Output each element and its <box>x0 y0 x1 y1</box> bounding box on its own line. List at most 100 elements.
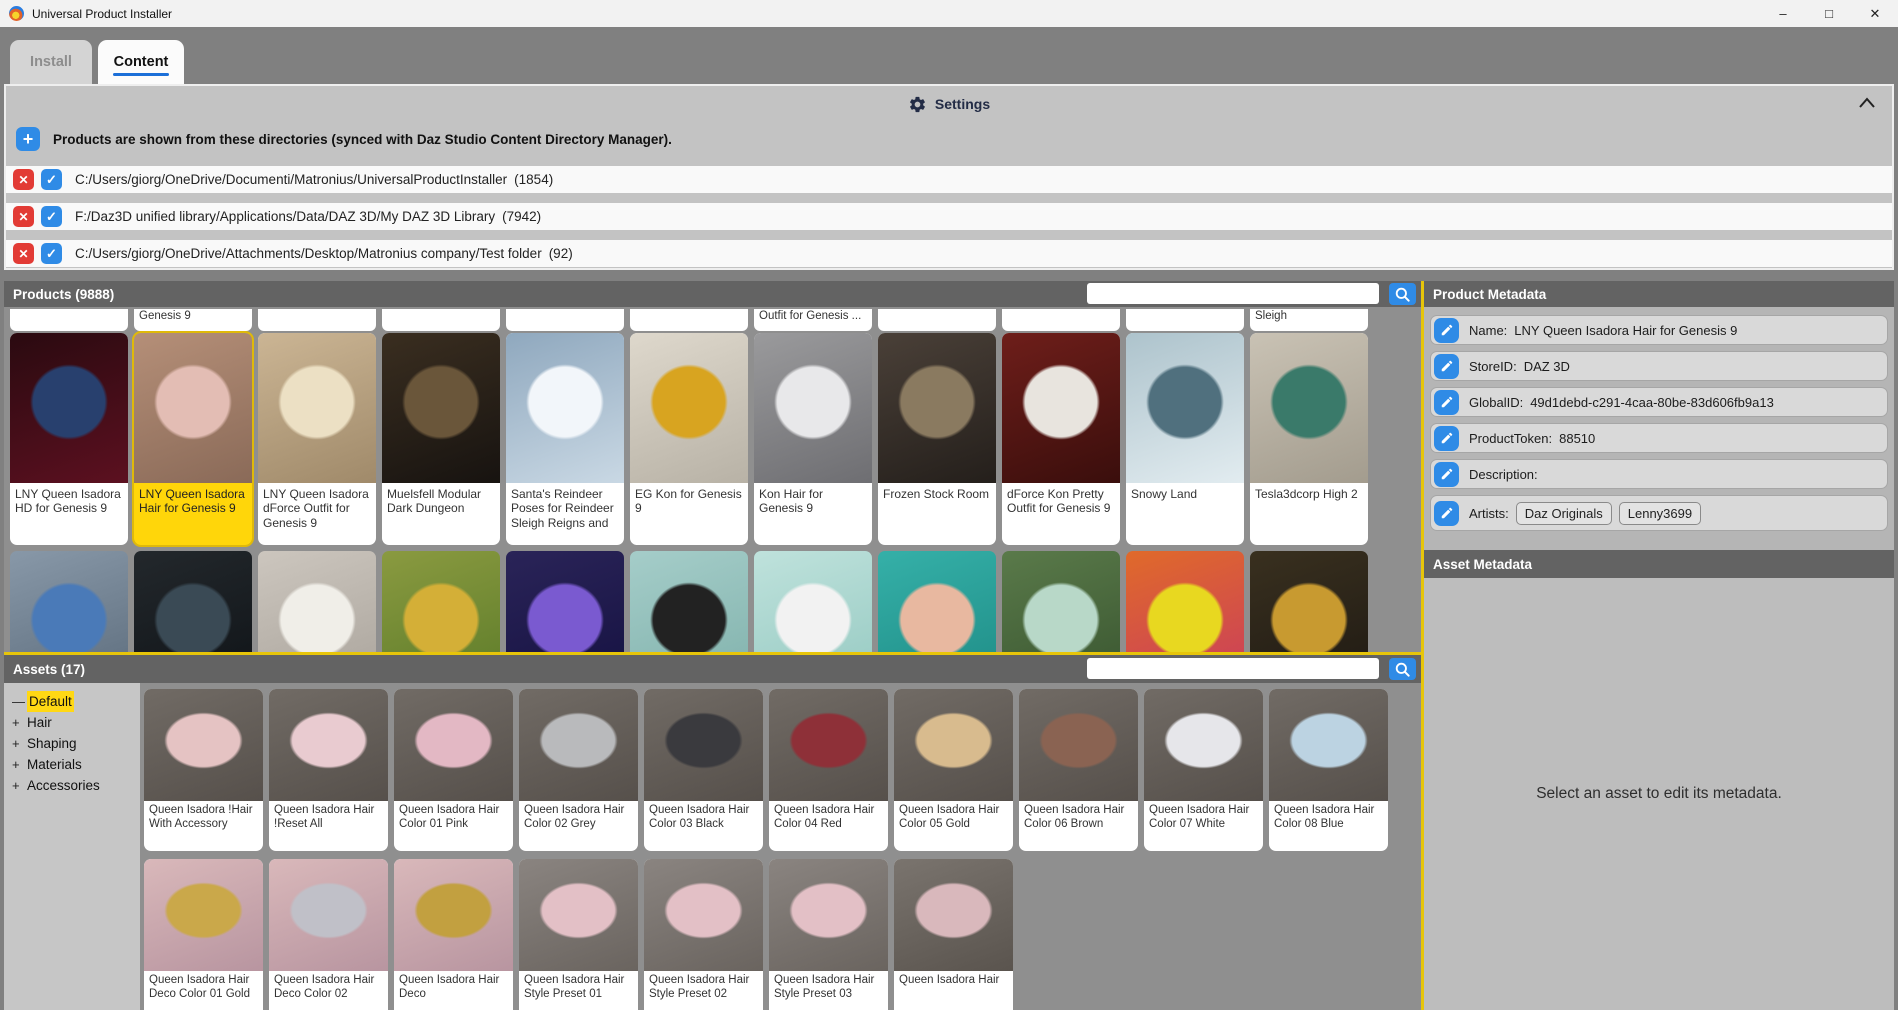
asset-card[interactable]: Queen Isadora Hair Style Preset 01 <box>519 859 638 1010</box>
asset-card[interactable]: Queen Isadora Hair Color 03 Black <box>644 689 763 851</box>
metadata-field-label: ProductToken: <box>1469 431 1552 446</box>
close-button[interactable]: ✕ <box>1852 0 1898 27</box>
product-card[interactable]: Muelsfell Modular Dark Dungeon <box>382 333 500 545</box>
tree-toggle-icon[interactable]: + <box>12 775 27 796</box>
product-card[interactable]: dForce Kon Pretty Outfit for Genesis 9 <box>1002 333 1120 545</box>
edit-field-button[interactable] <box>1434 354 1459 379</box>
assets-search-button[interactable] <box>1389 658 1416 680</box>
product-card-partial[interactable] <box>1126 309 1244 331</box>
asset-tree-item-materials[interactable]: +Materials <box>12 754 140 775</box>
products-search-input[interactable] <box>1087 283 1379 304</box>
product-card[interactable]: Kon Hair for Genesis 9 <box>754 333 872 545</box>
product-card[interactable]: LNY Queen Isadora Hair for Genesis 9 <box>134 333 252 545</box>
product-card-partial[interactable] <box>506 309 624 331</box>
product-card-partial[interactable] <box>382 309 500 331</box>
product-card[interactable] <box>134 551 252 652</box>
asset-thumbnail <box>144 689 263 801</box>
artist-chip[interactable]: Lenny3699 <box>1619 502 1701 525</box>
product-card[interactable] <box>10 551 128 652</box>
product-card[interactable] <box>1250 551 1368 652</box>
product-card[interactable]: Santa's Reindeer Poses for Reindeer Slei… <box>506 333 624 545</box>
asset-card[interactable]: Queen Isadora Hair Style Preset 02 <box>644 859 763 1010</box>
add-directory-button[interactable]: + <box>16 127 40 151</box>
product-card[interactable] <box>1126 551 1244 652</box>
product-card-partial[interactable] <box>10 309 128 331</box>
product-thumbnail <box>1250 333 1368 483</box>
product-thumbnail <box>1002 333 1120 483</box>
product-card[interactable]: Frozen Stock Room <box>878 333 996 545</box>
asset-tree-item-hair[interactable]: +Hair <box>12 712 140 733</box>
product-card[interactable]: Tesla3dcorp High 2 <box>1250 333 1368 545</box>
asset-card[interactable]: Queen Isadora Hair <box>894 859 1013 1010</box>
tree-toggle-icon[interactable]: + <box>12 733 27 754</box>
tab-content[interactable]: Content <box>98 40 184 84</box>
asset-tree-item-accessories[interactable]: +Accessories <box>12 775 140 796</box>
product-card[interactable] <box>878 551 996 652</box>
app-icon <box>9 6 24 21</box>
asset-card[interactable]: Queen Isadora Hair Deco Color 02 <box>269 859 388 1010</box>
tree-toggle-icon[interactable]: + <box>12 754 27 775</box>
product-card-partial[interactable] <box>1002 309 1120 331</box>
edit-field-button[interactable] <box>1434 462 1459 487</box>
asset-card[interactable]: Queen Isadora Hair Color 01 Pink <box>394 689 513 851</box>
edit-field-button[interactable] <box>1434 390 1459 415</box>
products-search-button[interactable] <box>1389 283 1416 305</box>
remove-directory-button[interactable]: ✕ <box>13 169 34 190</box>
tab-install[interactable]: Install <box>10 40 92 84</box>
artist-chip[interactable]: Daz Originals <box>1516 502 1612 525</box>
product-card-partial[interactable]: Genesis 9 <box>134 309 252 331</box>
asset-card[interactable]: Queen Isadora Hair Color 07 White <box>1144 689 1263 851</box>
remove-directory-button[interactable]: ✕ <box>13 206 34 227</box>
product-card-partial[interactable]: Outfit for Genesis ... <box>754 309 872 331</box>
metadata-field-label: Artists: <box>1469 506 1509 521</box>
product-card[interactable] <box>1002 551 1120 652</box>
metadata-field-label: GlobalID: <box>1469 395 1523 410</box>
product-card[interactable]: Snowy Land <box>1126 333 1244 545</box>
product-card-partial[interactable] <box>630 309 748 331</box>
product-card-partial[interactable]: Sleigh <box>1250 309 1368 331</box>
product-card[interactable] <box>258 551 376 652</box>
asset-card[interactable]: Queen Isadora Hair Deco Color 01 Gold <box>144 859 263 1010</box>
asset-card[interactable]: Queen Isadora Hair Color 06 Brown <box>1019 689 1138 851</box>
product-card-partial[interactable] <box>878 309 996 331</box>
assets-row-2: Queen Isadora Hair Deco Color 01 GoldQue… <box>144 859 1388 1010</box>
asset-card[interactable]: Queen Isadora Hair !Reset All <box>269 689 388 851</box>
asset-card[interactable]: Queen Isadora Hair Color 05 Gold <box>894 689 1013 851</box>
tree-toggle-icon[interactable]: + <box>12 712 27 733</box>
edit-field-button[interactable] <box>1434 426 1459 451</box>
edit-field-button[interactable] <box>1434 318 1459 343</box>
pencil-icon <box>1440 395 1454 409</box>
product-card-partial[interactable] <box>258 309 376 331</box>
product-card[interactable] <box>382 551 500 652</box>
asset-tree-item-shaping[interactable]: +Shaping <box>12 733 140 754</box>
tab-bar: Install Content <box>0 27 1898 84</box>
asset-card[interactable]: Queen Isadora !Hair With Accessory <box>144 689 263 851</box>
directory-checkbox[interactable]: ✓ <box>41 169 62 190</box>
remove-directory-button[interactable]: ✕ <box>13 243 34 264</box>
product-card[interactable] <box>754 551 872 652</box>
edit-field-button[interactable] <box>1434 501 1459 526</box>
collapse-settings-button[interactable] <box>1854 93 1880 115</box>
assets-search-input[interactable] <box>1087 658 1379 679</box>
asset-card[interactable]: Queen Isadora Hair Color 02 Grey <box>519 689 638 851</box>
product-card[interactable] <box>630 551 748 652</box>
asset-card-label: Queen Isadora Hair Color 02 Grey <box>519 801 638 851</box>
asset-card[interactable]: Queen Isadora Hair Color 08 Blue <box>1269 689 1388 851</box>
product-card[interactable] <box>506 551 624 652</box>
maximize-button[interactable]: □ <box>1806 0 1852 27</box>
product-card[interactable]: LNY Queen Isadora HD for Genesis 9 <box>10 333 128 545</box>
asset-card-label: Queen Isadora Hair Color 07 White <box>1144 801 1263 851</box>
directory-checkbox[interactable]: ✓ <box>41 206 62 227</box>
metadata-row: GlobalID:49d1debd-c291-4caa-80be-83d606f… <box>1430 387 1888 417</box>
product-card[interactable]: EG Kon for Genesis 9 <box>630 333 748 545</box>
asset-card[interactable]: Queen Isadora Hair Deco <box>394 859 513 1010</box>
asset-tree-item-default[interactable]: —Default <box>12 691 140 712</box>
asset-card[interactable]: Queen Isadora Hair Color 04 Red <box>769 689 888 851</box>
asset-thumbnail <box>394 689 513 801</box>
settings-header[interactable]: Settings <box>6 86 1892 122</box>
directory-checkbox[interactable]: ✓ <box>41 243 62 264</box>
minimize-button[interactable]: – <box>1760 0 1806 27</box>
asset-card[interactable]: Queen Isadora Hair Style Preset 03 <box>769 859 888 1010</box>
product-card[interactable]: LNY Queen Isadora dForce Outfit for Gene… <box>258 333 376 545</box>
tree-toggle-icon[interactable]: — <box>12 691 27 712</box>
